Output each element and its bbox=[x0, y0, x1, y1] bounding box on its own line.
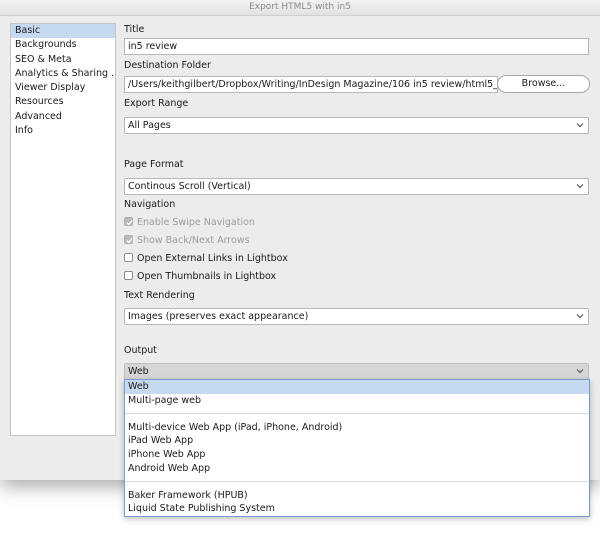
window-title: Export HTML5 with in5 bbox=[0, 0, 600, 16]
export-range-value: All Pages bbox=[128, 120, 171, 131]
output-label: Output bbox=[124, 345, 157, 356]
checkbox-checked-icon bbox=[124, 217, 133, 226]
page-format-value: Continous Scroll (Vertical) bbox=[128, 181, 251, 192]
browse-button[interactable]: Browse... bbox=[497, 75, 590, 93]
sidebar-item-analytics-sharing[interactable]: Analytics & Sharing ... bbox=[11, 67, 115, 81]
text-rendering-label: Text Rendering bbox=[124, 290, 195, 301]
sidebar-item-resources[interactable]: Resources bbox=[11, 95, 115, 109]
sidebar: Basic Backgrounds SEO & Meta Analytics &… bbox=[10, 23, 116, 436]
output-dropdown-list: Web Multi-page web Multi-device Web App … bbox=[124, 379, 590, 517]
enable-swipe-navigation-checkbox[interactable]: Enable Swipe Navigation bbox=[124, 217, 255, 229]
page-format-select[interactable]: Continous Scroll (Vertical) bbox=[124, 178, 589, 195]
chevron-down-icon bbox=[576, 369, 584, 374]
enable-swipe-navigation-label: Enable Swipe Navigation bbox=[137, 217, 255, 228]
destination-folder-input[interactable]: /Users/keithgilbert/Dropbox/Writing/InDe… bbox=[124, 76, 498, 93]
output-option-multi-device-web-app[interactable]: Multi-device Web App (iPad, iPhone, Andr… bbox=[125, 421, 589, 435]
show-back-next-arrows-label: Show Back/Next Arrows bbox=[137, 235, 250, 246]
destination-folder-label: Destination Folder bbox=[124, 60, 211, 71]
text-rendering-value: Images (preserves exact appearance) bbox=[128, 311, 309, 322]
output-option-baker-framework[interactable]: Baker Framework (HPUB) bbox=[125, 489, 589, 503]
checkbox-unchecked-icon bbox=[124, 271, 133, 280]
page-format-label: Page Format bbox=[124, 159, 184, 170]
export-range-select[interactable]: All Pages bbox=[124, 117, 589, 134]
output-option-multi-page-web[interactable]: Multi-page web bbox=[125, 394, 589, 408]
chevron-down-icon bbox=[576, 314, 584, 319]
menu-separator bbox=[125, 407, 589, 421]
open-external-links-label: Open External Links in Lightbox bbox=[137, 253, 288, 264]
chevron-down-icon bbox=[576, 184, 584, 189]
chevron-down-icon bbox=[576, 123, 584, 128]
open-thumbnails-label: Open Thumbnails in Lightbox bbox=[137, 271, 277, 282]
output-select[interactable]: Web bbox=[124, 363, 589, 380]
output-option-web[interactable]: Web bbox=[125, 380, 589, 394]
sidebar-item-seo-meta[interactable]: SEO & Meta bbox=[11, 53, 115, 67]
sidebar-item-backgrounds[interactable]: Backgrounds bbox=[11, 38, 115, 52]
output-option-iphone-web-app[interactable]: iPhone Web App bbox=[125, 448, 589, 462]
title-input[interactable]: in5 review bbox=[124, 38, 589, 55]
checkbox-checked-icon bbox=[124, 235, 133, 244]
menu-separator bbox=[125, 475, 589, 489]
sidebar-item-viewer-display[interactable]: Viewer Display bbox=[11, 81, 115, 95]
show-back-next-arrows-checkbox[interactable]: Show Back/Next Arrows bbox=[124, 235, 250, 247]
sidebar-item-advanced[interactable]: Advanced bbox=[11, 110, 115, 124]
checkbox-unchecked-icon bbox=[124, 253, 133, 262]
output-option-liquid-state[interactable]: Liquid State Publishing System bbox=[125, 502, 589, 516]
output-value: Web bbox=[128, 366, 149, 377]
title-label: Title bbox=[124, 24, 145, 35]
export-range-label: Export Range bbox=[124, 98, 189, 109]
sidebar-item-basic[interactable]: Basic bbox=[11, 24, 115, 39]
navigation-label: Navigation bbox=[124, 199, 176, 210]
output-option-ipad-web-app[interactable]: iPad Web App bbox=[125, 434, 589, 448]
open-external-links-checkbox[interactable]: Open External Links in Lightbox bbox=[124, 253, 288, 265]
text-rendering-select[interactable]: Images (preserves exact appearance) bbox=[124, 308, 589, 325]
open-thumbnails-checkbox[interactable]: Open Thumbnails in Lightbox bbox=[124, 271, 276, 283]
sidebar-item-info[interactable]: Info bbox=[11, 124, 115, 138]
output-option-android-web-app[interactable]: Android Web App bbox=[125, 462, 589, 476]
